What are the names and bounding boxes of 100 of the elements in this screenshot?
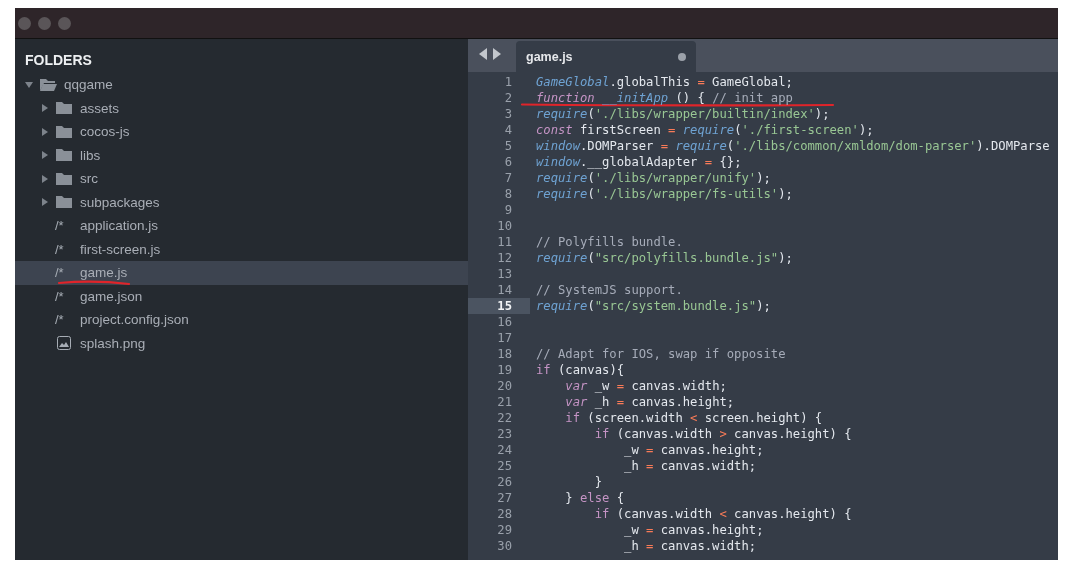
line-number: 15 [468, 298, 530, 314]
code-line: window.DOMParser = require('./libs/common/xmldom/dom-parser').DOMParse [535, 139, 1050, 153]
file-glyph: /* [55, 218, 65, 234]
line-number: 18 [496, 346, 513, 362]
line-number: 21 [496, 394, 513, 410]
code-line: window.__globalAdapter = {}; [535, 155, 742, 169]
editor-tab[interactable]: game.js [516, 41, 696, 72]
tree-row[interactable]: /* project.config.json [15, 308, 468, 332]
sidebar-heading: FOLDERS [24, 52, 93, 70]
file-glyph: /* [55, 241, 65, 257]
code-line: if (canvas){ [535, 363, 625, 377]
line-number: 24 [496, 442, 513, 458]
close-button[interactable] [18, 16, 31, 30]
line-number: 2 [503, 90, 513, 106]
code-line: var _h = canvas.height; [564, 395, 735, 409]
file-name: project.config.json [80, 312, 189, 328]
tree-row[interactable]: /* game.json [15, 284, 468, 308]
tree-row[interactable]: subpackages [15, 190, 468, 214]
code-line: function __initApp () { // init app [535, 91, 793, 105]
line-number: 16 [496, 314, 513, 330]
zoom-button[interactable] [58, 16, 71, 30]
folder-name: src [80, 171, 98, 187]
folder-name: subpackages [80, 194, 160, 210]
file-glyph: /* [55, 265, 65, 281]
tree-row[interactable]: assets [15, 96, 468, 120]
folder-name: qqgame [64, 77, 113, 93]
line-number: 4 [503, 122, 513, 138]
line-number: 25 [496, 458, 513, 474]
file-name: first-screen.js [80, 241, 161, 257]
caret-right-icon[interactable] [41, 104, 49, 113]
folder-icon [55, 195, 73, 210]
line-number: 30 [496, 538, 513, 554]
line-number: 12 [496, 250, 513, 266]
code-line: require("src/system.bundle.js"); [535, 299, 771, 313]
code-line: _w = canvas.height; [623, 443, 764, 457]
tree-row[interactable]: libs [15, 143, 468, 167]
code-line: if (screen.width < screen.height) { [564, 411, 823, 425]
tree-row[interactable]: /* application.js [15, 214, 468, 238]
code-line: if (canvas.width < canvas.height) { [593, 507, 852, 521]
file-name: game.js [80, 265, 128, 281]
code-line: GameGlobal.globalThis = GameGlobal; [535, 75, 793, 89]
line-number: 23 [496, 426, 513, 442]
tree-row[interactable]: cocos-js [15, 120, 468, 144]
code-line: _h = canvas.width; [623, 539, 757, 553]
folder-icon [55, 124, 73, 139]
file-name: game.json [80, 288, 143, 304]
code-line: } else { [564, 491, 625, 505]
tree-row[interactable]: splash.png [15, 331, 468, 355]
code-line: const firstScreen = require('./first-screen'); [535, 123, 874, 137]
line-number: 7 [503, 170, 513, 186]
code-line: // SystemJS support. [535, 283, 683, 297]
caret-right-icon[interactable] [41, 198, 49, 207]
line-number: 11 [496, 234, 513, 250]
line-number: 29 [496, 522, 513, 538]
caret-right-icon[interactable] [41, 151, 49, 160]
line-number: 28 [496, 506, 513, 522]
tree-row[interactable]: qqgame [15, 73, 468, 97]
line-number: 9 [503, 202, 513, 218]
selected-tree-row[interactable]: /* game.js [15, 261, 468, 285]
code-line: if (canvas.width > canvas.height) { [593, 427, 852, 441]
line-number: 6 [503, 154, 513, 170]
minimize-button[interactable] [38, 16, 51, 30]
tree-row[interactable]: /* first-screen.js [15, 237, 468, 261]
line-number: 27 [496, 490, 513, 506]
line-number: 17 [496, 330, 513, 346]
code-line: _h = canvas.width; [623, 459, 757, 473]
folder-icon [55, 148, 73, 163]
file-name: splash.png [80, 335, 146, 351]
folder-name: cocos-js [80, 124, 130, 140]
file-name: application.js [80, 218, 159, 234]
code-line: _w = canvas.height; [623, 523, 764, 537]
code-line: require('./libs/wrapper/unify'); [535, 171, 771, 185]
line-number: 8 [503, 186, 513, 202]
file-glyph: /* [55, 288, 65, 304]
line-number: 20 [496, 378, 513, 394]
line-number: 1 [503, 74, 513, 90]
caret-down-icon[interactable] [25, 80, 33, 89]
folder-name: assets [80, 100, 120, 116]
line-number: 14 [496, 282, 513, 298]
folder-icon [55, 171, 73, 186]
caret-right-icon[interactable] [41, 174, 49, 183]
caret-right-icon[interactable] [41, 127, 49, 136]
code-line: } [593, 475, 603, 489]
line-number: 19 [496, 362, 513, 378]
tree-row[interactable]: src [15, 167, 468, 191]
folder-name: libs [80, 147, 101, 163]
line-number: 3 [503, 106, 513, 122]
code-line: require('./libs/wrapper/fs-utils'); [535, 187, 793, 201]
code-line: // Polyfills bundle. [535, 235, 683, 249]
tab-title: game.js [526, 49, 573, 64]
folder-icon [55, 101, 73, 116]
image-icon [55, 336, 73, 351]
code-line: // Adapt for IOS, swap if opposite [535, 347, 786, 361]
file-glyph: /* [55, 312, 65, 328]
line-number: 10 [496, 218, 513, 234]
open-folder-icon [39, 77, 57, 92]
line-number: 5 [503, 138, 513, 154]
line-number: 22 [496, 410, 513, 426]
code-line: require('./libs/wrapper/builtin/index'); [535, 107, 830, 121]
line-number: 26 [496, 474, 513, 490]
